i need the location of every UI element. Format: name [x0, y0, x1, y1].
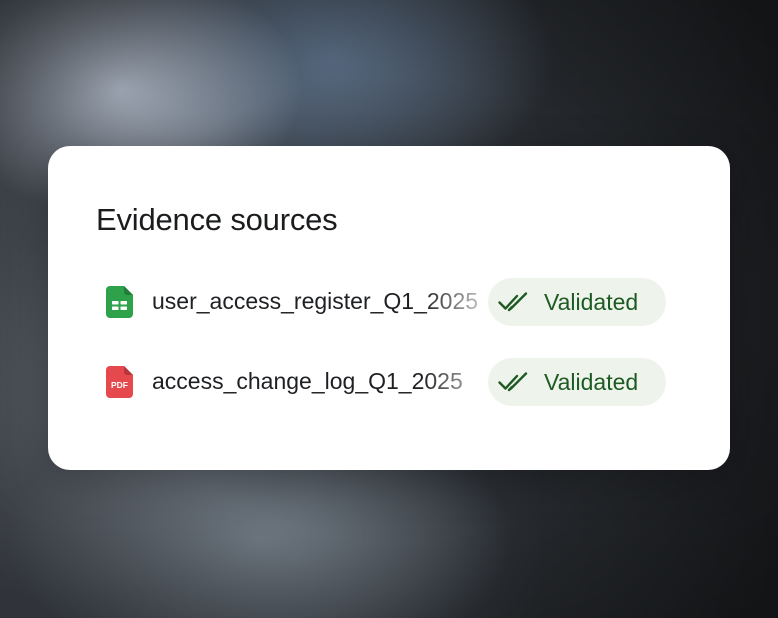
evidence-sources-card: Evidence sources user_access_register_Q1… — [48, 146, 730, 470]
file-name: user_access_register_Q1_2025 — [152, 288, 479, 314]
spreadsheet-icon — [106, 286, 133, 318]
pdf-icon-label: PDF — [111, 380, 128, 390]
evidence-source-row[interactable]: user_access_register_Q1_2025 Validated — [106, 278, 666, 326]
file-name: access_change_log_Q1_2025 — [152, 368, 463, 394]
evidence-source-row[interactable]: PDF access_change_log_Q1_2025 Validated — [106, 358, 666, 406]
status-label: Validated — [544, 369, 639, 395]
pdf-icon: PDF — [106, 366, 133, 398]
card-title: Evidence sources — [96, 202, 338, 237]
double-check-icon — [498, 370, 528, 394]
status-badge: Validated — [488, 358, 666, 406]
status-badge: Validated — [488, 278, 666, 326]
double-check-icon — [498, 290, 528, 314]
status-label: Validated — [544, 289, 639, 315]
